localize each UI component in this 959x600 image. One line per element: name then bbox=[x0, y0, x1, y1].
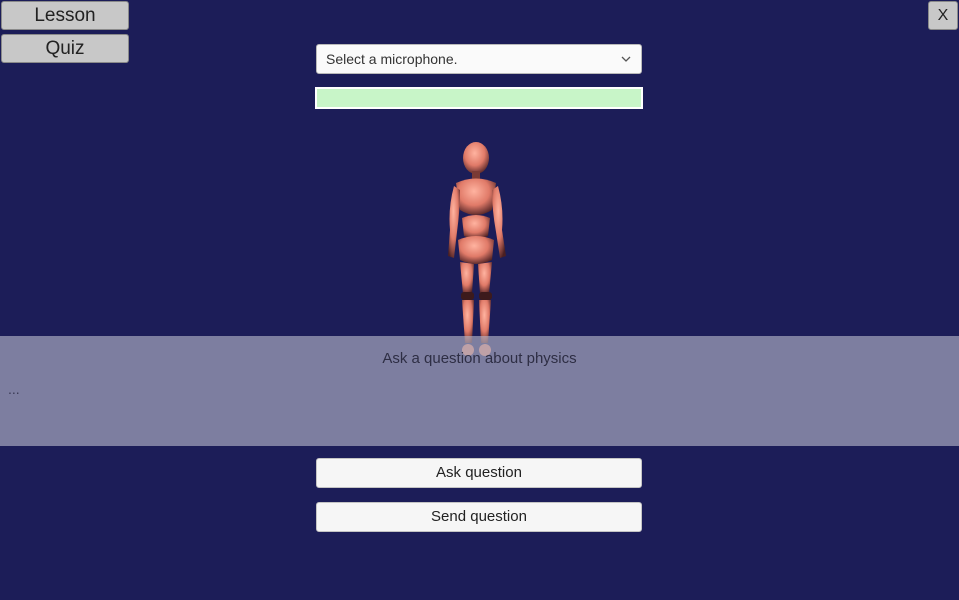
lesson-button[interactable]: Lesson bbox=[1, 1, 129, 30]
mic-level-fill bbox=[317, 89, 641, 107]
question-panel: Ask a question about physics ... bbox=[0, 336, 959, 446]
answer-text: ... bbox=[8, 381, 20, 397]
send-question-button[interactable]: Send question bbox=[316, 502, 642, 532]
avatar-figure bbox=[448, 142, 506, 356]
ask-question-button[interactable]: Ask question bbox=[316, 458, 642, 488]
chevron-down-icon bbox=[621, 56, 631, 62]
question-prompt: Ask a question about physics bbox=[382, 350, 577, 367]
app-stage: Lesson Quiz X Select a microphone. Ask a… bbox=[0, 0, 959, 600]
microphone-dropdown-value: Select a microphone. bbox=[326, 51, 458, 67]
microphone-dropdown[interactable]: Select a microphone. bbox=[316, 44, 642, 74]
close-button[interactable]: X bbox=[928, 1, 958, 30]
mic-level-meter bbox=[315, 87, 643, 109]
quiz-button[interactable]: Quiz bbox=[1, 34, 129, 63]
